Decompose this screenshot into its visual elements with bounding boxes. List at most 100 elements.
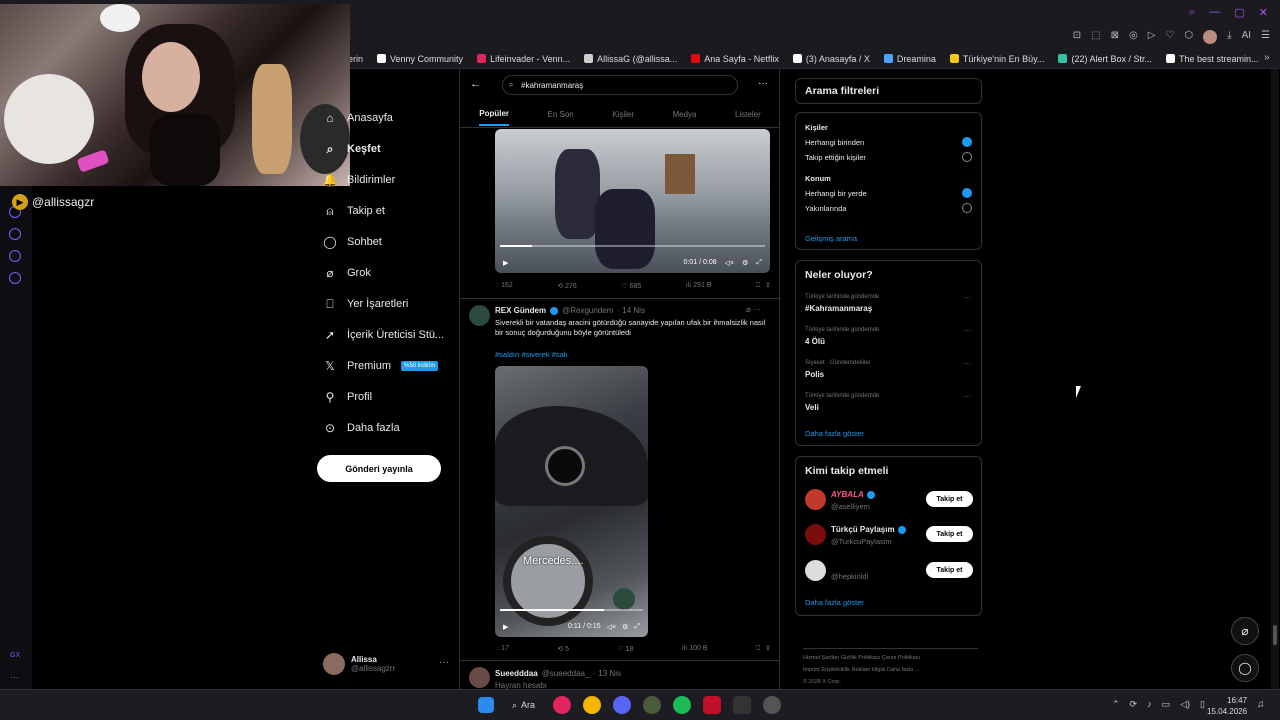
volume-icon[interactable]: ◁) bbox=[1180, 699, 1190, 710]
nav-follow[interactable]: ⍝ Takip et bbox=[323, 204, 385, 218]
repost-button[interactable]: ⟲ 276 bbox=[557, 282, 577, 290]
tab-4[interactable]: Listeler bbox=[735, 110, 761, 119]
footer-line[interactable]: Hizmet Şartları Gizlilik Politikası Çere… bbox=[803, 652, 983, 664]
notification-bell-icon[interactable]: ♫ bbox=[1257, 699, 1265, 710]
nav-explore[interactable]: ⌕ Keşfet bbox=[323, 142, 381, 156]
grok-fab[interactable]: ⌀ bbox=[1231, 617, 1259, 645]
play-icon[interactable]: ▷ bbox=[1148, 30, 1156, 44]
game-icon[interactable] bbox=[643, 696, 662, 714]
nav-home[interactable]: ⌂ Anasayfa bbox=[323, 111, 393, 125]
obs-icon[interactable] bbox=[763, 696, 782, 714]
tweet-author[interactable]: REX Gündem bbox=[495, 306, 546, 315]
tab-0[interactable]: Popüler bbox=[479, 109, 510, 126]
suggestion-name[interactable]: AYBALA bbox=[831, 490, 875, 499]
bookmarks-overflow-icon[interactable]: » bbox=[1264, 52, 1270, 63]
avatar[interactable] bbox=[805, 489, 826, 510]
windows-start-icon[interactable] bbox=[478, 697, 494, 713]
more-icon[interactable]: ··· bbox=[758, 78, 768, 89]
who-show-more-link[interactable]: Daha fazla göster bbox=[805, 598, 864, 607]
avatar[interactable] bbox=[805, 560, 826, 581]
clock[interactable]: 16:47 15.04.2026 bbox=[1207, 695, 1247, 717]
avatar[interactable] bbox=[469, 305, 490, 326]
video-player[interactable]: ▶ 0:01 / 0:08 ◁× ⚙ ⤢ bbox=[495, 129, 770, 273]
crop-icon[interactable]: ⬚ bbox=[1091, 30, 1100, 44]
back-arrow-icon[interactable]: ← bbox=[470, 78, 481, 90]
more-icon[interactable]: ··· bbox=[963, 293, 971, 302]
nav-notifications[interactable]: 🔔 Bildirimler bbox=[323, 173, 396, 187]
account-menu-icon[interactable]: ··· bbox=[439, 657, 449, 668]
follow-button[interactable]: Takip et bbox=[926, 562, 973, 578]
video-player[interactable]: Mercedes.... ▶ 0:11 / 0:15 ◁× ⚙ ⤢ bbox=[495, 366, 648, 637]
post-button[interactable]: Gönderi yayınla bbox=[317, 455, 441, 482]
gx-icon[interactable]: GX bbox=[10, 652, 20, 659]
minimize-icon[interactable]: — bbox=[1209, 6, 1220, 19]
reply-button[interactable]: ◌ 162 bbox=[495, 282, 513, 290]
bookmark-icon[interactable]: ⎕ ⇪ bbox=[756, 645, 770, 653]
maximize-icon[interactable]: ▢ bbox=[1234, 6, 1244, 19]
heart-icon[interactable]: ♡ bbox=[1165, 30, 1174, 44]
suggestion-name[interactable]: Türkçü Paylaşım bbox=[831, 525, 906, 534]
bookmark-icon[interactable]: ⎕ ⇪ bbox=[756, 282, 770, 290]
nav-creator-studio[interactable]: ➚ İçerik Üreticisi Stü... bbox=[323, 328, 444, 342]
search-input[interactable]: ⌕ #kahramanmaraş bbox=[502, 75, 738, 95]
clock-icon[interactable] bbox=[9, 228, 21, 240]
grok-icon[interactable]: ⌀ ··· bbox=[746, 305, 761, 314]
scrollbar-thumb[interactable] bbox=[1273, 625, 1277, 645]
footer-line[interactable]: Imprint Erişilebilirlik Reklam bilgisi D… bbox=[803, 664, 983, 676]
trends-show-more-link[interactable]: Daha fazla göster bbox=[805, 429, 864, 438]
search-icon[interactable]: ⌕ bbox=[1189, 6, 1195, 19]
avatar[interactable] bbox=[469, 667, 490, 688]
fullscreen-icon[interactable]: ⤢ bbox=[756, 259, 762, 267]
tweet-author[interactable]: Sueedddaa bbox=[495, 669, 538, 678]
advanced-search-link[interactable]: Gelişmiş arama bbox=[805, 234, 857, 243]
discord-icon[interactable] bbox=[613, 696, 632, 714]
sync-icon[interactable]: ⟳ bbox=[1130, 699, 1138, 710]
more-icon[interactable]: ··· bbox=[10, 672, 19, 682]
like-button[interactable]: ♡ 18 bbox=[617, 645, 633, 653]
opera-gx-icon[interactable] bbox=[553, 696, 572, 714]
bookmark-item[interactable]: (22) Alert Box / Str... bbox=[1058, 54, 1152, 64]
nav-grok[interactable]: ⌀ Grok bbox=[323, 266, 370, 280]
chevron-up-icon[interactable]: ⌃ bbox=[1112, 699, 1120, 710]
mic-icon[interactable]: ♪ bbox=[1147, 699, 1152, 710]
views-button[interactable]: ılı 100 B bbox=[682, 645, 708, 653]
nav-profile[interactable]: ⚲ Profil bbox=[323, 390, 372, 404]
extensions-icon[interactable]: ⬡ bbox=[1184, 30, 1193, 44]
filter-people-follow[interactable]: Takip ettiğin kişiler bbox=[805, 153, 866, 162]
bookmark-item[interactable]: The best streamin... bbox=[1166, 54, 1259, 64]
scrollbar[interactable] bbox=[1271, 69, 1279, 689]
follow-button[interactable]: Takip et bbox=[926, 526, 973, 542]
menu-icon[interactable]: ☰ bbox=[1261, 30, 1270, 44]
download-icon[interactable]: ⤓ bbox=[1227, 30, 1231, 44]
network-icon[interactable]: ▭ bbox=[1162, 699, 1171, 710]
views-button[interactable]: ılı 291 B bbox=[686, 282, 712, 290]
radio-location-any[interactable] bbox=[962, 188, 972, 198]
tweet-hashtags[interactable]: #saldırı #siverek #salı bbox=[495, 350, 568, 359]
bookmark-item[interactable]: Lifeinvader - Venn... bbox=[477, 54, 570, 64]
ai-button[interactable]: AI bbox=[1242, 30, 1251, 44]
bookmark-item[interactable]: erin bbox=[348, 54, 363, 64]
radio-people-any[interactable] bbox=[962, 137, 972, 147]
bookmark-item[interactable]: Venny Community bbox=[377, 54, 463, 64]
filter-people-any[interactable]: Herhangi birinden bbox=[805, 138, 864, 147]
more-icon[interactable]: ··· bbox=[963, 392, 971, 401]
tab-2[interactable]: Kişiler bbox=[612, 110, 634, 119]
trend-name[interactable]: Veli bbox=[805, 403, 819, 412]
bookmark-item[interactable]: Ana Sayfa - Netflix bbox=[691, 54, 779, 64]
pin-icon[interactable]: ⊡ bbox=[1073, 30, 1081, 44]
bookmark-item[interactable]: (3) Anasayfa / X bbox=[792, 54, 870, 64]
nav-more[interactable]: ⊙ Daha fazla bbox=[323, 421, 400, 435]
cube-icon[interactable] bbox=[9, 250, 21, 262]
nav-chat[interactable]: ◯ Sohbet bbox=[323, 235, 382, 249]
battery-icon[interactable]: ▯ bbox=[1200, 699, 1205, 710]
repost-button[interactable]: ⟲ 5 bbox=[557, 645, 569, 653]
nav-bookmarks[interactable]: ⎕ Yer İşaretleri bbox=[323, 297, 408, 311]
follow-button[interactable]: Takip et bbox=[926, 491, 973, 507]
settings-icon[interactable]: ⚙ bbox=[622, 623, 628, 631]
trend-name[interactable]: Polis bbox=[805, 370, 824, 379]
reply-button[interactable]: ◌ 17 bbox=[495, 645, 509, 653]
like-button[interactable]: ♡ 685 bbox=[621, 282, 641, 290]
bookmark-item[interactable]: Türkiye'nin En Büy... bbox=[949, 54, 1044, 64]
shield-icon[interactable]: ⊠ bbox=[1111, 30, 1119, 44]
avatar[interactable] bbox=[805, 524, 826, 545]
